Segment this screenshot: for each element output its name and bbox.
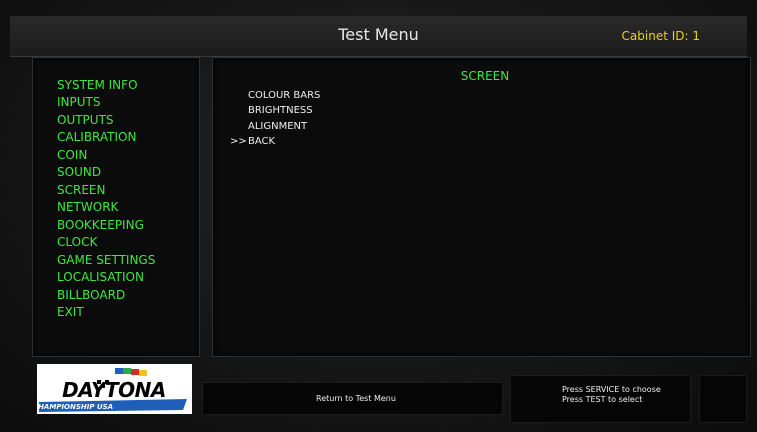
option-colour-bars[interactable]: COLOUR BARS [248, 89, 320, 103]
logo-graphic: DAYTONA CHAMPIONSHIP USA [33, 368, 187, 412]
sidebar-item-coin[interactable]: COIN [57, 147, 87, 163]
help-line-1: Press SERVICE to choose [562, 385, 661, 394]
sidebar-item-localisation[interactable]: LOCALISATION [57, 269, 144, 285]
option-alignment[interactable]: ALIGNMENT [248, 120, 307, 134]
daytona-logo: DAYTONA CHAMPIONSHIP USA [33, 364, 192, 414]
help-line-2: Press TEST to select [562, 395, 643, 404]
sidebar-item-bookkeeping[interactable]: BOOKKEEPING [57, 217, 144, 233]
sidebar-item-inputs[interactable]: INPUTS [57, 94, 100, 110]
sidebar-item-screen[interactable]: SCREEN [57, 182, 105, 198]
logo-title: DAYTONA [62, 378, 166, 402]
sidebar-item-outputs[interactable]: OUTPUTS [57, 112, 114, 128]
selection-cursor: >> [230, 136, 247, 147]
sidebar-item-sound[interactable]: SOUND [57, 164, 101, 180]
sidebar-item-game-settings[interactable]: GAME SETTINGS [57, 252, 155, 268]
sidebar-item-system-info[interactable]: SYSTEM INFO [57, 77, 138, 93]
option-brightness[interactable]: BRIGHTNESS [248, 104, 313, 118]
logo-subtitle: CHAMPIONSHIP USA [37, 403, 113, 411]
sidebar-item-network[interactable]: NETWORK [57, 199, 118, 215]
section-title: SCREEN [460, 69, 510, 83]
cabinet-id: Cabinet ID: 1 [621, 29, 700, 43]
return-label: Return to Test Menu [316, 394, 396, 403]
option-back[interactable]: BACK [248, 135, 275, 149]
flag-icon [115, 368, 147, 376]
sidebar-item-clock[interactable]: CLOCK [57, 234, 97, 250]
status-panel [699, 375, 747, 423]
sidebar-item-billboard[interactable]: BILLBOARD [57, 287, 125, 303]
sidebar-item-exit[interactable]: EXIT [57, 304, 84, 320]
sidebar-item-calibration[interactable]: CALIBRATION [57, 129, 136, 145]
